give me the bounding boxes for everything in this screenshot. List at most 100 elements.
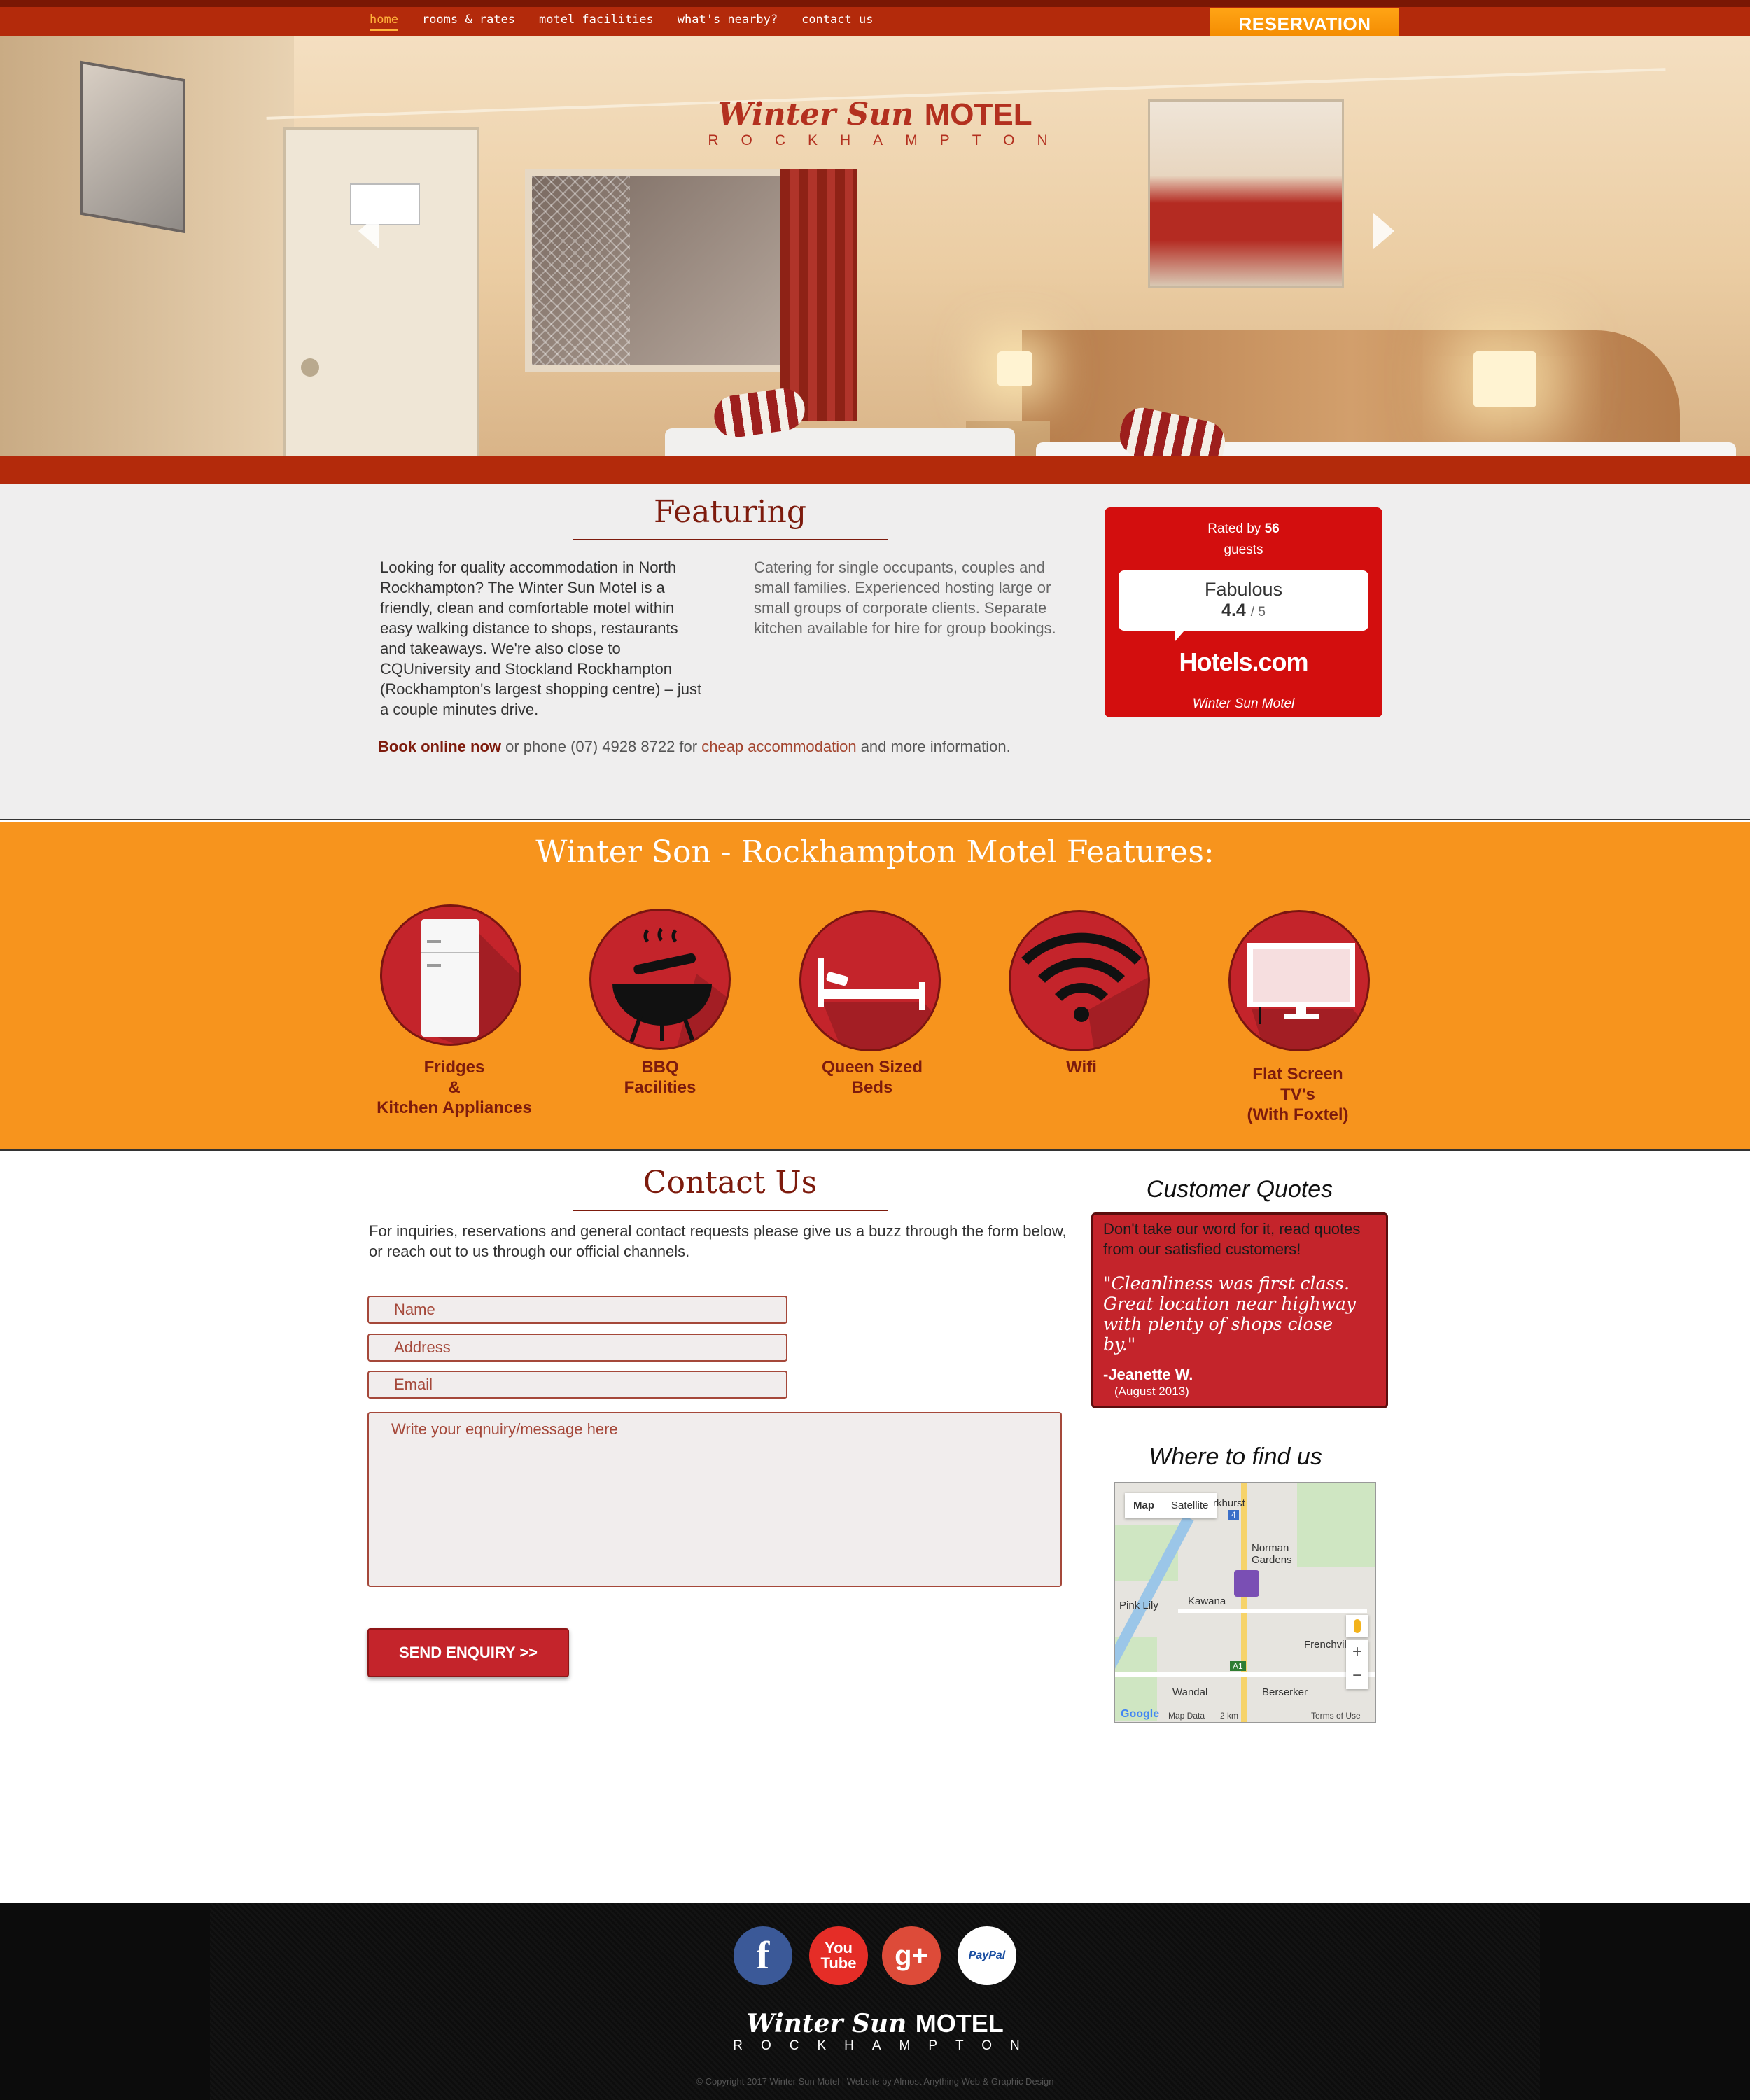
rating-score: 4.4 / 5: [1119, 601, 1368, 621]
book-online-link[interactable]: Book online now: [378, 738, 501, 755]
map-road: [1115, 1672, 1375, 1676]
featuring-section: [0, 484, 1750, 820]
featuring-description: Looking for quality accommodation in Nor…: [380, 559, 702, 718]
score-max: / 5: [1250, 605, 1266, 620]
logo-name: Winter Sun: [746, 2009, 907, 2038]
guest-count: 56: [1264, 522, 1280, 536]
map-route-badge: A1: [1230, 1661, 1246, 1671]
featuring-catering: Catering for single occupants, couples a…: [754, 559, 1056, 637]
customer-quotes-box: Don't take our word for it, read quotes …: [1091, 1212, 1388, 1408]
rated-property-name: Winter Sun Motel: [1192, 696, 1295, 711]
map-tab-map[interactable]: Map: [1125, 1493, 1163, 1518]
feature-label-tv: Flat Screen TV's (With Foxtel): [1200, 1064, 1396, 1125]
youtube-icon[interactable]: You Tube: [809, 1926, 868, 1985]
title-divider: [573, 539, 888, 540]
wall-painting-left: [80, 60, 186, 234]
google-logo: Google: [1121, 1708, 1160, 1720]
hotels-rating-widget[interactable]: Rated by 56 guests Fabulous 4.4 / 5 Hote…: [1105, 507, 1382, 718]
map-label: Kawana: [1188, 1595, 1226, 1607]
map-park: [1297, 1483, 1375, 1567]
feature-label-line: Queen Sized: [821, 1058, 923, 1077]
map-zoom-control[interactable]: + −: [1346, 1640, 1368, 1689]
map-data-label: Map Data: [1168, 1711, 1205, 1721]
map-terms-link[interactable]: Terms of Use: [1311, 1711, 1361, 1721]
hero-logo: Winter Sun MOTEL ROCKHAMPTON: [630, 97, 1120, 160]
hero-slideshow: Winter Sun MOTEL ROCKHAMPTON: [0, 36, 1750, 456]
paypal-icon[interactable]: PayPal: [958, 1926, 1016, 1985]
feature-label-wifi: Wifi: [983, 1057, 1180, 1077]
map-label: Berserker: [1262, 1686, 1308, 1698]
copyright-text: © Copyright 2017 Winter Sun Motel | Webs…: [696, 2076, 1054, 2087]
quote-author: -Jeanette W.: [1103, 1366, 1194, 1383]
cheap-accommodation-link[interactable]: cheap accommodation: [701, 738, 856, 755]
quotes-intro: Don't take our word for it, read quotes …: [1103, 1220, 1361, 1258]
quote-text: "Cleanliness was first class. Great loca…: [1103, 1273, 1357, 1354]
map-highway: [1241, 1483, 1247, 1722]
feature-label-bbq: BBQ Facilities: [562, 1057, 758, 1098]
map-scale-label: 2 km: [1220, 1711, 1239, 1721]
window-security-screen: [532, 176, 630, 365]
booking-phone-text: or phone (07) 4928 8722 for: [501, 738, 702, 755]
reservation-button[interactable]: RESERVATION: [1210, 8, 1399, 39]
street-view-icon[interactable]: [1346, 1615, 1368, 1637]
map-road: [1178, 1609, 1367, 1613]
googleplus-icon[interactable]: g+: [882, 1926, 941, 1985]
send-enquiry-button[interactable]: SEND ENQUIRY >>: [368, 1628, 569, 1677]
nav-home[interactable]: home: [370, 13, 398, 31]
door-knob: [301, 358, 319, 377]
slide-prev-icon[interactable]: [358, 213, 379, 249]
quotes-title: Customer Quotes: [1146, 1176, 1334, 1203]
email-field[interactable]: [368, 1371, 788, 1399]
motel-location-pin[interactable]: [1234, 1570, 1259, 1597]
address-field[interactable]: [368, 1334, 788, 1362]
guests-label: guests: [1224, 542, 1264, 557]
feature-label-fridges: Fridges & Kitchen Appliances: [356, 1057, 552, 1118]
logo-motel: MOTEL: [915, 2009, 1004, 2038]
slide-next-icon[interactable]: [1373, 213, 1394, 249]
nav-whats-nearby[interactable]: what's nearby?: [678, 13, 778, 31]
main-nav: home rooms & rates motel facilities what…: [370, 13, 897, 31]
rated-by-label: Rated by: [1208, 522, 1261, 536]
map-label: rkhurst: [1213, 1497, 1245, 1509]
feature-label-line: &: [448, 1078, 461, 1097]
score-value: 4.4: [1222, 601, 1246, 620]
feature-label-line: Wifi: [1066, 1058, 1097, 1077]
bbq-icon: [589, 909, 731, 1050]
message-field[interactable]: [368, 1412, 1062, 1587]
wall-painting-right: [1148, 99, 1344, 288]
location-map[interactable]: Map Satellite rkhurst Norman Gardens Pin…: [1114, 1482, 1376, 1723]
logo-name: Winter Sun: [718, 97, 914, 132]
red-curtain: [780, 169, 858, 421]
facebook-icon[interactable]: f: [734, 1926, 792, 1985]
room-door: [284, 127, 479, 456]
map-tab-satellite[interactable]: Satellite: [1163, 1493, 1217, 1518]
contact-title: Contact Us: [643, 1165, 818, 1200]
footer-pattern: [210, 1903, 1540, 2100]
logo-city: ROCKHAMPTON: [733, 2038, 1038, 2053]
tv-icon: [1228, 910, 1370, 1051]
logo-city: ROCKHAMPTON: [708, 132, 1070, 148]
feature-label-line: Kitchen Appliances: [377, 1098, 532, 1117]
feature-label-line: TV's: [1280, 1085, 1315, 1104]
map-route-badge: 4: [1228, 1510, 1239, 1520]
hotels-com-logo: Hotels.com: [1179, 648, 1308, 676]
rating-count: Rated by 56 guests: [1105, 519, 1382, 561]
footer-logo: Winter Sun MOTEL ROCKHAMPTON: [679, 2009, 1071, 2054]
map-label: Pink Lily: [1119, 1600, 1158, 1611]
title-divider: [573, 1210, 888, 1211]
nav-contact-us[interactable]: contact us: [802, 13, 873, 31]
map-label: Wandal: [1172, 1686, 1208, 1698]
nav-rooms-rates[interactable]: rooms & rates: [422, 13, 515, 31]
feature-label-line: Facilities: [624, 1078, 696, 1097]
feature-label-line: Flat Screen: [1252, 1065, 1343, 1084]
rating-bubble: Fabulous 4.4 / 5: [1119, 570, 1368, 642]
map-type-tabs[interactable]: Map Satellite: [1125, 1493, 1217, 1518]
rating-label: Fabulous: [1204, 579, 1283, 600]
map-label: Norman Gardens: [1252, 1542, 1292, 1566]
contact-intro: For inquiries, reservations and general …: [369, 1222, 1067, 1260]
feature-label-line: (With Foxtel): [1247, 1105, 1349, 1124]
hero-bottom-band: [0, 456, 1750, 484]
nav-motel-facilities[interactable]: motel facilities: [539, 13, 654, 31]
name-field[interactable]: [368, 1296, 788, 1324]
fridge-icon: [380, 904, 522, 1046]
